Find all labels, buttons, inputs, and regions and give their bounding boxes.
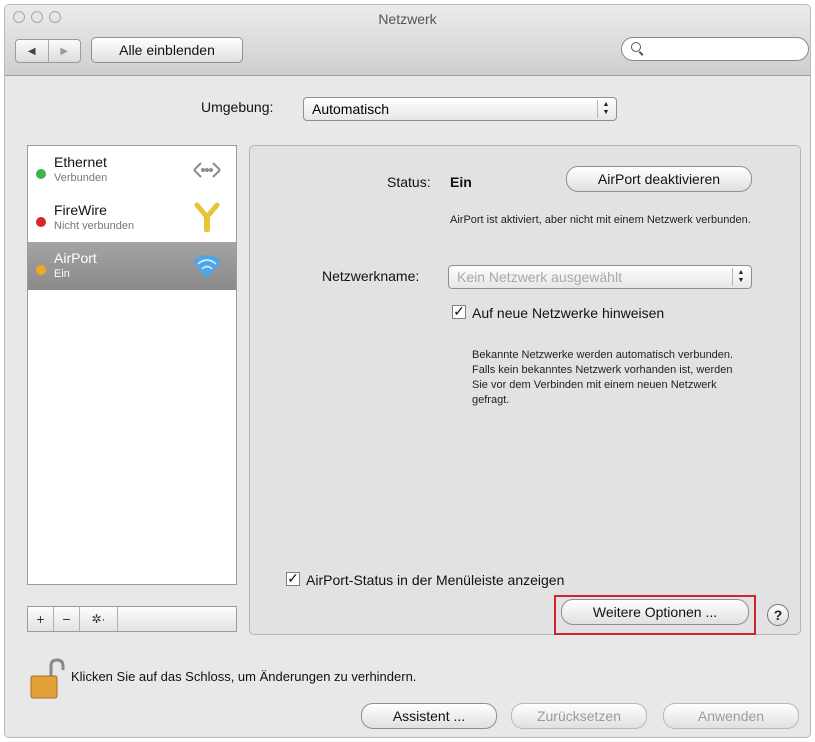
add-service-button[interactable]: + xyxy=(28,607,54,631)
service-status: Verbunden xyxy=(54,172,108,184)
service-status: Nicht verbunden xyxy=(54,220,135,232)
gear-icon[interactable]: ✲· xyxy=(80,607,118,631)
airport-toggle-button[interactable]: AirPort deaktivieren xyxy=(566,166,752,192)
service-name: Ethernet xyxy=(54,154,107,170)
forward-button[interactable]: ▶ xyxy=(47,40,81,62)
ask-new-networks-info: Bekannte Netzwerke werden automatisch ve… xyxy=(472,349,734,406)
network-name-label: Netzwerkname: xyxy=(322,268,420,284)
status-value: Ein xyxy=(450,174,472,190)
network-preferences-window: Netzwerk ◀ ▶ Alle einblenden Umgebung: A… xyxy=(4,4,811,738)
search-icon xyxy=(631,42,641,52)
popup-arrows-icon: ▲ ▼ xyxy=(732,268,749,286)
menubar-status-label: AirPort-Status in der Menüleiste anzeige… xyxy=(306,572,565,588)
ask-new-networks-checkbox[interactable]: ✓ xyxy=(452,303,466,319)
status-dot-icon xyxy=(36,265,46,275)
network-name-popup[interactable]: Kein Netzwerk ausgewählt ▲ ▼ xyxy=(448,265,752,289)
ethernet-icon xyxy=(193,162,221,178)
back-icon: ◀ xyxy=(27,45,36,57)
firewire-icon xyxy=(194,202,220,232)
service-list: Ethernet Verbunden FireWire Nicht verbun… xyxy=(27,145,237,585)
ask-new-networks-label: Auf neue Netzwerke hinweisen xyxy=(472,305,665,321)
status-info-text: AirPort ist aktiviert, aber nicht mit ei… xyxy=(450,214,751,226)
window-title: Netzwerk xyxy=(378,11,437,27)
service-status: Ein xyxy=(54,268,70,280)
service-list-toolbar: + − ✲· xyxy=(27,606,237,632)
help-button[interactable]: ? xyxy=(767,604,789,626)
location-label: Umgebung: xyxy=(201,99,274,115)
back-button[interactable]: ◀ xyxy=(16,40,48,62)
location-value: Automatisch xyxy=(312,101,390,117)
service-item-firewire[interactable]: FireWire Nicht verbunden xyxy=(28,194,236,242)
popup-arrows-icon: ▲ ▼ xyxy=(597,100,614,118)
lock-icon[interactable] xyxy=(29,658,69,700)
show-all-button[interactable]: Alle einblenden xyxy=(91,37,243,63)
location-popup[interactable]: Automatisch ▲ ▼ xyxy=(303,97,617,121)
search-field[interactable] xyxy=(621,37,809,61)
service-name: FireWire xyxy=(54,202,107,218)
revert-button[interactable]: Zurücksetzen xyxy=(511,703,647,729)
title-bar: Netzwerk ◀ ▶ Alle einblenden xyxy=(5,5,810,76)
service-name: AirPort xyxy=(54,250,97,266)
highlight-box xyxy=(554,595,756,635)
service-item-ethernet[interactable]: Ethernet Verbunden xyxy=(28,146,236,194)
status-label: Status: xyxy=(387,174,431,190)
status-dot-icon xyxy=(36,169,46,179)
checkmark-icon: ✓ xyxy=(453,303,465,319)
detail-panel: Status: Ein AirPort deaktivieren AirPort… xyxy=(249,145,801,635)
forward-icon: ▶ xyxy=(60,45,69,57)
remove-service-button[interactable]: − xyxy=(54,607,80,631)
status-dot-icon xyxy=(36,217,46,227)
navigation-buttons: ◀ ▶ xyxy=(15,39,81,63)
assistant-button[interactable]: Assistent ... xyxy=(361,703,497,729)
wifi-icon xyxy=(193,255,221,279)
checkmark-icon: ✓ xyxy=(287,570,299,586)
apply-button[interactable]: Anwenden xyxy=(663,703,799,729)
service-item-airport[interactable]: AirPort Ein xyxy=(28,242,236,290)
menubar-status-checkbox[interactable]: ✓ xyxy=(286,570,300,586)
network-name-value: Kein Netzwerk ausgewählt xyxy=(457,269,622,285)
lock-text: Klicken Sie auf das Schloss, um Änderung… xyxy=(71,669,417,684)
